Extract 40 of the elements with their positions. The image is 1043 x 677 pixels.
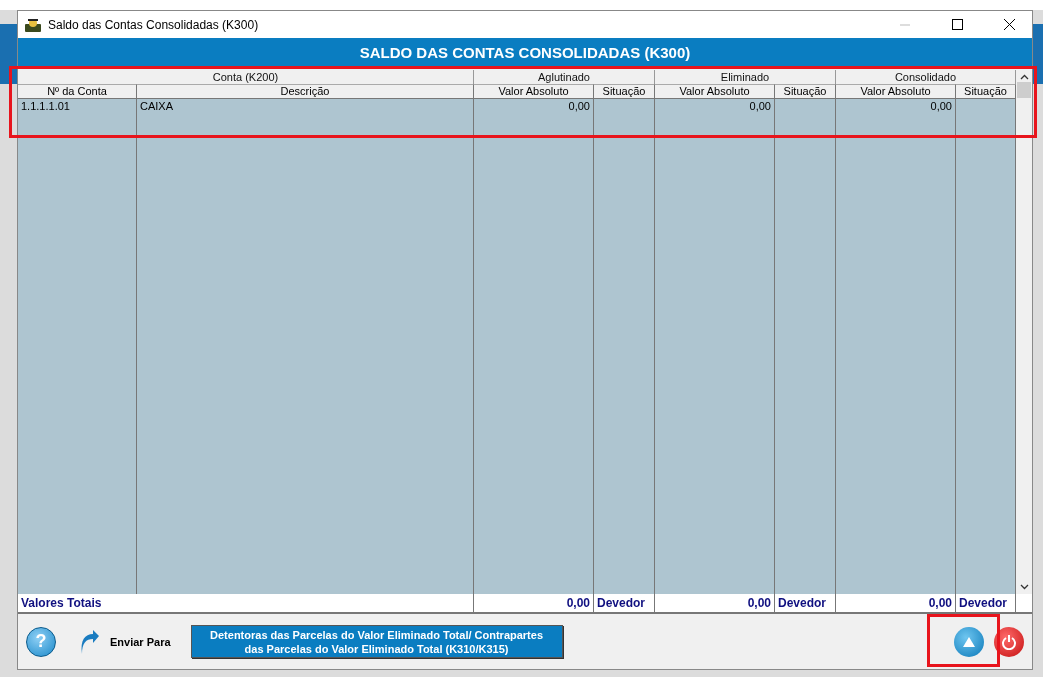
table-cell: 0,00	[474, 99, 594, 114]
scroll-up-icon	[1019, 74, 1029, 80]
scroll-thumb[interactable]	[1017, 82, 1031, 98]
scroll-down-icon	[1019, 584, 1029, 590]
column-header[interactable]: Nº da Conta	[18, 84, 137, 99]
section-header: SALDO DAS CONTAS CONSOLIDADAS (K300)	[18, 38, 1032, 66]
background-panel	[0, 24, 17, 84]
table-cell: CAIXA	[137, 99, 474, 114]
column-header[interactable]: Valor Absoluto	[655, 84, 775, 99]
total-cell: Devedor	[594, 594, 655, 612]
column-header[interactable]: Valor Absoluto	[474, 84, 594, 99]
power-button[interactable]	[994, 626, 1024, 657]
power-icon	[1001, 633, 1017, 650]
group-header: Conta (K200)	[18, 70, 474, 84]
action-button[interactable]: Detentoras das Parcelas do Valor Eliminado Total/ Contrapartes das Parcelas do Valor Eliminado Total (K310/K315)	[190, 625, 563, 658]
maximize-icon	[951, 19, 963, 30]
total-cell: 0,00	[474, 594, 594, 612]
column-header[interactable]: Valor Absoluto	[836, 84, 956, 99]
group-header: Aglutinado	[474, 70, 655, 84]
total-cell: 0,00	[655, 594, 775, 612]
column-header[interactable]: Situação	[775, 84, 836, 99]
group-header: Eliminado	[655, 70, 836, 84]
column-header[interactable]: Situação	[956, 84, 1016, 99]
total-cell: Devedor	[956, 594, 1016, 612]
total-cell: Devedor	[775, 594, 836, 612]
up-button[interactable]	[954, 626, 984, 657]
app-icon	[24, 16, 42, 33]
triangle-up-icon	[962, 635, 976, 648]
send-to-button[interactable]: Enviar Para	[66, 628, 171, 655]
close-icon	[1003, 19, 1015, 30]
table-cell: 0,00	[836, 99, 956, 114]
window-title: Saldo das Contas Consolidadas (K300)	[48, 17, 260, 32]
total-cell: 0,00	[836, 594, 956, 612]
background-panel	[1033, 24, 1043, 84]
group-header: Consolidado	[836, 70, 1016, 84]
table-cell: 1.1.1.1.01	[18, 99, 137, 114]
column-header[interactable]: Descrição	[137, 84, 474, 99]
column-header[interactable]: Situação	[594, 84, 655, 99]
totals-label: Valores Totais	[18, 594, 474, 612]
table-cell: 0,00	[655, 99, 775, 114]
